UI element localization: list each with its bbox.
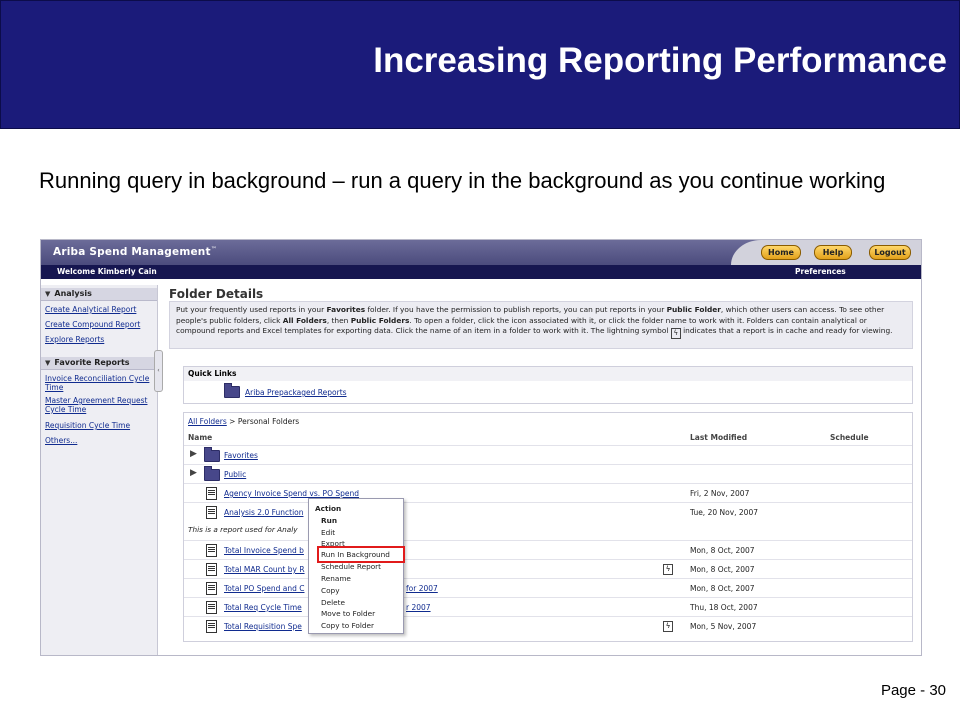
- report-link-tail[interactable]: r 2007: [406, 603, 431, 612]
- menu-item-edit[interactable]: Edit: [321, 528, 335, 537]
- app-top-bar: Ariba Spend Management™ Home Help Logout: [41, 240, 921, 265]
- report-link[interactable]: Agency Invoice Spend vs. PO Spend: [224, 489, 359, 498]
- personal-folders-panel: All Folders > Personal Folders Name Last…: [183, 412, 913, 642]
- report-icon[interactable]: [206, 506, 217, 519]
- sidebar-link-master-agreement[interactable]: Master Agreement Request Cycle Time: [45, 396, 155, 414]
- sidebar-link-create-compound-report[interactable]: Create Compound Report: [45, 320, 155, 329]
- table-row: Total Requisition Spe ϟ Mon, 5 Nov, 2007: [184, 616, 912, 636]
- table-row: Total Req Cycle Time r 2007 Thu, 18 Oct,…: [184, 597, 912, 617]
- folder-icon[interactable]: [204, 466, 220, 481]
- slide-subtitle: Running query in background – run a quer…: [39, 168, 886, 193]
- table-row: Total PO Spend and C for 2007 Mon, 8 Oct…: [184, 578, 912, 598]
- folder-info-box: Put your frequently used reports in your…: [169, 301, 913, 349]
- home-button[interactable]: Home: [761, 245, 801, 260]
- preferences-link[interactable]: Preferences: [795, 267, 846, 276]
- breadcrumb-current: Personal Folders: [237, 417, 300, 426]
- slide-header: Increasing Reporting Performance: [0, 0, 960, 129]
- app-screenshot: Ariba Spend Management™ Home Help Logout…: [40, 239, 922, 656]
- sidebar-link-others[interactable]: Others...: [45, 436, 155, 445]
- report-link-tail[interactable]: for 2007: [406, 584, 438, 593]
- lightning-icon: ϟ: [663, 564, 673, 575]
- folder-link-favorites[interactable]: Favorites: [224, 451, 258, 460]
- app-logo: Ariba Spend Management™: [53, 246, 217, 258]
- report-icon[interactable]: [206, 601, 217, 614]
- breadcrumb-all-folders[interactable]: All Folders: [188, 417, 227, 426]
- menu-header-action: Action: [315, 504, 342, 513]
- report-link[interactable]: Total Req Cycle Time: [224, 603, 302, 612]
- report-icon[interactable]: [206, 620, 217, 633]
- menu-item-copy-to-folder[interactable]: Copy to Folder: [321, 621, 374, 630]
- sidebar: ▼ Analysis Create Analytical Report Creat…: [41, 285, 158, 655]
- column-header-last-modified[interactable]: Last Modified: [690, 433, 747, 442]
- lightning-icon: ϟ: [670, 328, 681, 339]
- report-icon[interactable]: [206, 487, 217, 500]
- report-icon[interactable]: [206, 563, 217, 576]
- quick-links-header: Quick Links: [184, 367, 912, 381]
- menu-item-run[interactable]: Run: [321, 516, 337, 525]
- report-link[interactable]: Total PO Spend and C: [224, 584, 304, 593]
- favorite-reports-section-header[interactable]: ▼ Favorite Reports: [41, 357, 157, 370]
- expand-arrow-icon[interactable]: ▶: [190, 468, 197, 478]
- last-modified-date: Mon, 8 Oct, 2007: [690, 565, 755, 574]
- last-modified-date: Mon, 8 Oct, 2007: [690, 584, 755, 593]
- report-description: This is a report used for Analy: [188, 525, 298, 534]
- report-link[interactable]: Total Invoice Spend b: [224, 546, 304, 555]
- quick-link-ariba-prepackaged-reports[interactable]: Ariba Prepackaged Reports: [245, 388, 347, 397]
- user-bar: Welcome Kimberly Cain Preferences: [41, 265, 921, 279]
- table-row: ▶ Favorites: [184, 445, 912, 465]
- menu-item-move-to-folder[interactable]: Move to Folder: [321, 609, 375, 618]
- menu-item-schedule-report[interactable]: Schedule Report: [321, 562, 381, 571]
- breadcrumb: All Folders > Personal Folders: [188, 417, 299, 426]
- report-icon[interactable]: [206, 544, 217, 557]
- folder-icon[interactable]: [204, 447, 220, 462]
- table-row: Analysis 2.0 Function Tue, 20 Nov, 2007 …: [184, 502, 912, 535]
- menu-item-rename[interactable]: Rename: [321, 574, 351, 583]
- help-button[interactable]: Help: [814, 245, 852, 260]
- last-modified-date: Thu, 18 Oct, 2007: [690, 603, 758, 612]
- report-link[interactable]: Total MAR Count by R: [224, 565, 305, 574]
- breadcrumb-separator: >: [229, 417, 236, 426]
- page-number: Page - 30: [880, 682, 946, 699]
- welcome-text: Welcome Kimberly Cain: [57, 267, 157, 276]
- slide-title: Increasing Reporting Performance: [373, 41, 947, 80]
- sidebar-collapse-handle[interactable]: ‹: [154, 350, 163, 392]
- last-modified-date: Fri, 2 Nov, 2007: [690, 489, 750, 498]
- expand-arrow-icon[interactable]: ▶: [190, 449, 197, 459]
- folder-info-text: Put your frequently used reports in your…: [176, 305, 893, 339]
- last-modified-date: Mon, 8 Oct, 2007: [690, 546, 755, 555]
- menu-item-delete[interactable]: Delete: [321, 598, 345, 607]
- sidebar-link-invoice-reconciliation[interactable]: Invoice Reconciliation Cycle Time: [45, 374, 155, 392]
- report-link[interactable]: Analysis 2.0 Function: [224, 508, 304, 517]
- sidebar-link-create-analytical-report[interactable]: Create Analytical Report: [45, 305, 155, 314]
- page-title: Folder Details: [169, 287, 264, 301]
- table-row: Total MAR Count by R ϟ Mon, 8 Oct, 2007: [184, 559, 912, 579]
- table-row: Total Invoice Spend b Mon, 8 Oct, 2007: [184, 540, 912, 560]
- table-row: Agency Invoice Spend vs. PO Spend Fri, 2…: [184, 483, 912, 503]
- menu-item-copy[interactable]: Copy: [321, 586, 340, 595]
- logout-button[interactable]: Logout: [869, 245, 911, 260]
- last-modified-date: Mon, 5 Nov, 2007: [690, 622, 757, 631]
- table-row: ▶ Public: [184, 464, 912, 484]
- folder-link-public[interactable]: Public: [224, 470, 246, 479]
- column-header-name[interactable]: Name: [188, 433, 212, 442]
- lightning-icon: ϟ: [663, 621, 673, 632]
- collapse-triangle-icon: ▼: [45, 359, 51, 367]
- sidebar-link-explore-reports[interactable]: Explore Reports: [45, 335, 155, 344]
- folder-icon[interactable]: [224, 383, 240, 398]
- last-modified-date: Tue, 20 Nov, 2007: [690, 508, 758, 517]
- quick-links-panel: Quick Links Ariba Prepackaged Reports: [183, 366, 913, 404]
- action-context-menu: Action Run Edit Export Run In Background…: [308, 498, 404, 634]
- sidebar-link-requisition-cycle-time[interactable]: Requisition Cycle Time: [45, 421, 155, 430]
- collapse-triangle-icon: ▼: [45, 290, 51, 298]
- report-link[interactable]: Total Requisition Spe: [224, 622, 302, 631]
- run-in-background-highlight: [317, 546, 405, 563]
- analysis-section-header[interactable]: ▼ Analysis: [41, 288, 157, 301]
- report-icon[interactable]: [206, 582, 217, 595]
- column-header-schedule[interactable]: Schedule: [830, 433, 869, 442]
